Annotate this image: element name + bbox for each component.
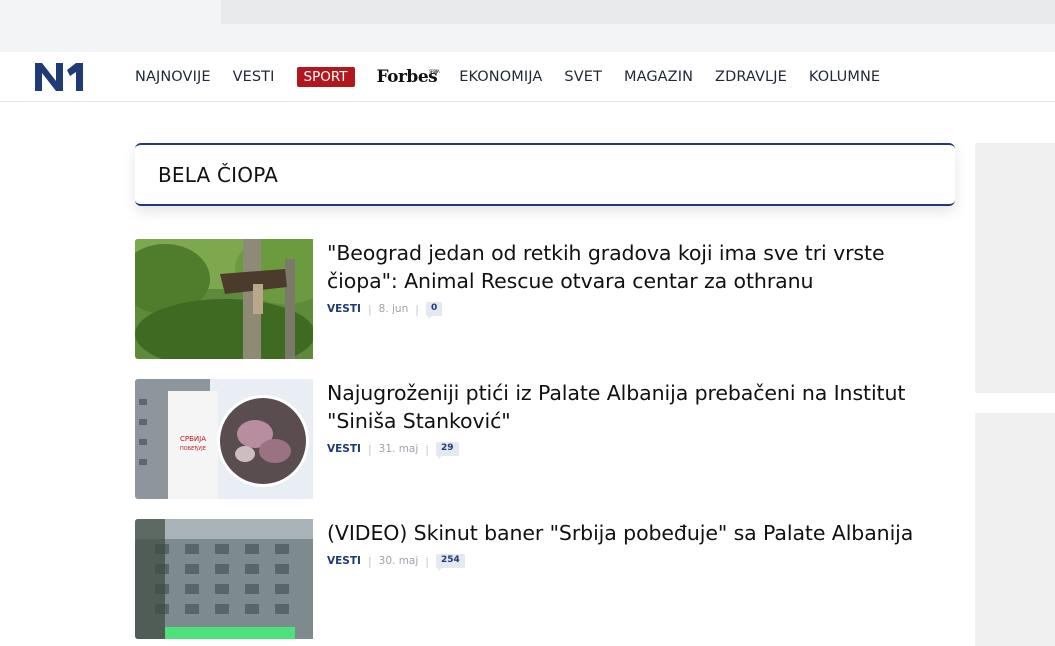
sidebar-ad-2[interactable] — [975, 413, 1055, 646]
article-category[interactable]: VESTI — [327, 555, 361, 567]
article-date: 8. jun — [378, 303, 409, 315]
article-thumbnail[interactable] — [135, 239, 315, 359]
article-meta: VESTI | 30. maj | 254 — [327, 554, 947, 571]
article-body: "Beograd jedan od retkih gradova koji im… — [327, 239, 947, 319]
forbes-wordmark: Forbes — [376, 67, 438, 87]
meta-divider: | — [415, 302, 419, 316]
meta-divider: | — [367, 302, 372, 316]
meta-divider: | — [367, 442, 372, 456]
article-headline[interactable]: "Beograd jedan od retkih gradova koji im… — [327, 239, 947, 295]
comment-count-badge[interactable]: 29 — [436, 442, 459, 459]
comment-count-badge[interactable]: 254 — [436, 554, 465, 571]
nav-magazin[interactable]: MAGAZIN — [624, 69, 693, 85]
meta-divider: | — [367, 554, 372, 568]
nav-forbes-logo[interactable]: Forbes SRBIJA — [376, 67, 440, 87]
meta-divider: | — [425, 554, 429, 568]
article-meta: VESTI | 8. jun | 0 — [327, 302, 947, 319]
n1-logo[interactable] — [34, 61, 88, 93]
svg-text:ПОБЕЂУЈЕ: ПОБЕЂУЈЕ — [180, 446, 206, 452]
article-card: СРБИЈА ПОБЕЂУЈЕ Najugroženiji ptići iz P… — [135, 379, 955, 499]
article-date: 30. maj — [378, 555, 419, 567]
main-nav: NAJNOVIJE VESTI SPORT Forbes SRBIJA EKONO… — [135, 52, 902, 102]
comment-count-badge[interactable]: 0 — [425, 302, 443, 319]
article-headline[interactable]: Najugroženiji ptići iz Palate Albanija p… — [327, 379, 947, 435]
article-card: (VIDEO) Skinut baner "Srbija pobeđuje" s… — [135, 519, 955, 639]
top-ad-banner[interactable] — [221, 0, 1055, 24]
article-date: 31. maj — [378, 443, 419, 455]
article-body: (VIDEO) Skinut baner "Srbija pobeđuje" s… — [327, 519, 947, 571]
article-thumbnail[interactable]: СРБИЈА ПОБЕЂУЈЕ — [135, 379, 315, 499]
nav-najnovije[interactable]: NAJNOVIJE — [135, 69, 211, 85]
nav-vesti[interactable]: VESTI — [233, 69, 275, 85]
nav-sport[interactable]: SPORT — [296, 67, 355, 87]
nav-kolumne[interactable]: KOLUMNE — [809, 69, 880, 85]
article-category[interactable]: VESTI — [327, 443, 361, 455]
article-card: "Beograd jedan od retkih gradova koji im… — [135, 239, 955, 359]
nav-zdravlje[interactable]: ZDRAVLJE — [715, 69, 787, 85]
article-thumbnail[interactable] — [135, 519, 315, 639]
nav-ekonomija[interactable]: EKONOMIJA — [459, 69, 542, 85]
svg-text:СРБИЈА: СРБИЈА — [180, 435, 206, 443]
article-meta: VESTI | 31. maj | 29 — [327, 442, 947, 459]
page-title: BELA ČIOPA — [158, 162, 279, 187]
forbes-sup: SRBIJA — [429, 69, 440, 74]
article-body: Najugroženiji ptići iz Palate Albanija p… — [327, 379, 947, 459]
meta-divider: | — [425, 442, 429, 456]
article-category[interactable]: VESTI — [327, 303, 361, 315]
nav-svet[interactable]: SVET — [564, 69, 602, 85]
article-headline[interactable]: (VIDEO) Skinut baner "Srbija pobeđuje" s… — [327, 519, 947, 547]
tag-title-box: BELA ČIOPA — [135, 143, 955, 206]
sidebar-ad-1[interactable] — [975, 143, 1055, 393]
